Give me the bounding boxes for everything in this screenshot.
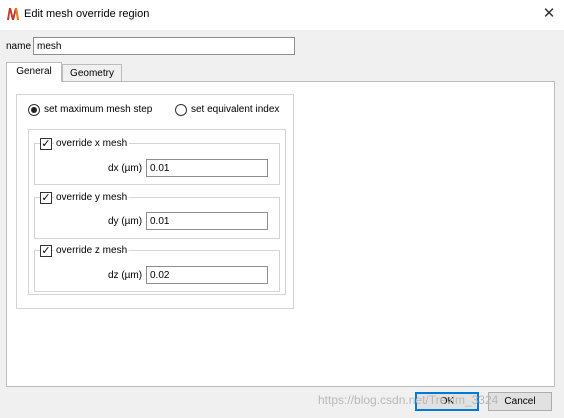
override-z-label: override z mesh [54, 245, 130, 256]
tab-geometry[interactable]: Geometry [62, 64, 122, 82]
dz-label: dz (µm) [108, 270, 143, 281]
tab-general[interactable]: General [6, 62, 62, 82]
dx-label: dx (µm) [108, 163, 143, 174]
lumerical-logo-icon [6, 7, 20, 21]
watermark-text: https://blog.csdn.net/Trevim_3324 [318, 393, 499, 407]
dz-input-value: 0.02 [150, 269, 170, 281]
name-input[interactable]: mesh [33, 37, 295, 55]
override-y-label: override y mesh [54, 192, 130, 203]
radio-equivalent-index[interactable] [175, 104, 187, 116]
dy-label: dy (µm) [108, 216, 143, 227]
radio-max-mesh-step-label: set maximum mesh step [44, 104, 153, 115]
close-icon[interactable]: ✕ [540, 5, 558, 23]
radio-equivalent-index-label: set equivalent index [191, 104, 280, 115]
override-x-checkbox[interactable]: ✓ [40, 138, 52, 150]
dz-input[interactable]: 0.02 [146, 266, 268, 284]
radio-max-mesh-step[interactable] [28, 104, 40, 116]
name-input-value: mesh [37, 40, 62, 52]
override-x-label: override x mesh [54, 138, 130, 149]
dx-input-value: 0.01 [150, 162, 170, 174]
dy-input-value: 0.01 [150, 215, 170, 227]
override-z-checkbox[interactable]: ✓ [40, 245, 52, 257]
window-title: Edit mesh override region [24, 8, 150, 20]
name-label: name [6, 41, 32, 52]
dx-input[interactable]: 0.01 [146, 159, 268, 177]
override-y-checkbox[interactable]: ✓ [40, 192, 52, 204]
dy-input[interactable]: 0.01 [146, 212, 268, 230]
